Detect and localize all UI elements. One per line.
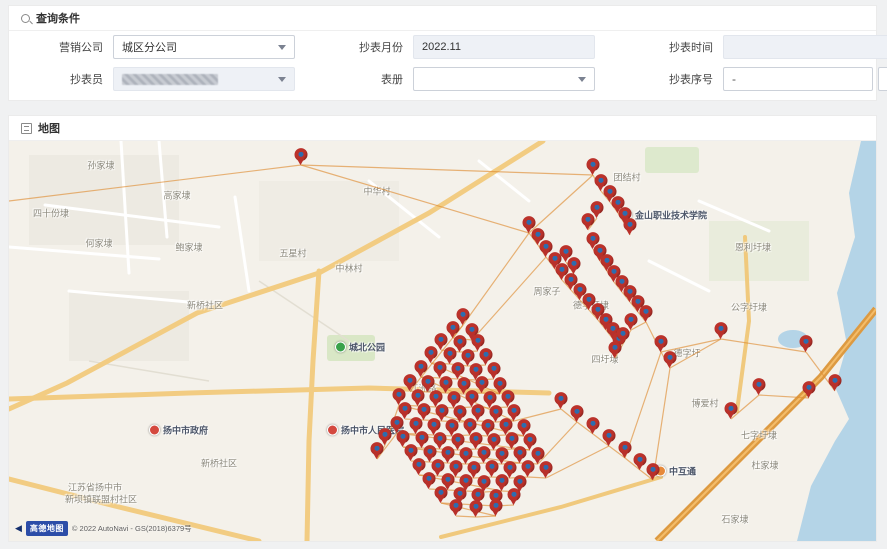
query-panel: 查询条件 营销公司 城区分公司 抄表月份 2022.11 抄表时间 抄表员 [8,5,877,101]
company-label: 营销公司 [23,39,113,55]
meter-location-pin[interactable] [619,441,632,459]
meter-location-pin[interactable] [490,499,503,517]
serial-range-group: - + [723,67,887,91]
map-pin-layer [9,141,876,541]
book-label: 表册 [323,71,413,87]
month-field: 抄表月份 2022.11 [323,35,633,59]
map-panel-header: 地图 [9,116,876,141]
meter-location-pin[interactable] [829,374,842,392]
search-icon [21,14,30,23]
meter-location-pin[interactable] [800,335,813,353]
meter-location-pin[interactable] [555,392,568,410]
meter-location-pin[interactable] [371,442,384,460]
month-input[interactable]: 2022.11 [413,35,595,59]
map-canvas[interactable]: 孙家埭高家埭四十份埭何家埭鲍家埭五星村中林村中华村团结村周家子德字圩埭恩利圩埭公… [9,141,876,541]
map-copyright: © 2022 AutoNavi - GS(2018)6379号 [72,523,192,534]
meter-location-pin[interactable] [582,213,595,231]
meter-location-pin[interactable] [450,499,463,517]
chevron-down-icon [278,77,286,82]
month-value: 2022.11 [422,41,461,53]
book-field: 表册 [323,67,633,91]
meter-location-pin[interactable] [587,417,600,435]
meter-location-pin[interactable] [725,402,738,420]
meter-location-pin[interactable] [603,429,616,447]
meter-location-pin[interactable] [609,341,622,359]
reader-label: 抄表员 [23,71,113,87]
chevron-down-icon [578,77,586,82]
chevron-down-icon [278,45,286,50]
meter-location-pin[interactable] [634,453,647,471]
meter-location-pin[interactable] [664,351,677,369]
meter-location-pin[interactable] [624,218,637,236]
meter-location-pin[interactable] [571,405,584,423]
map-section-icon [21,123,32,134]
meter-location-pin[interactable] [715,322,728,340]
query-panel-header: 查询条件 [9,6,876,31]
map-panel: 地图 [8,115,877,542]
map-panel-title: 地图 [38,120,60,136]
serial-field: 抄表序号 - + [633,67,887,91]
book-select[interactable] [413,67,595,91]
reader-field: 抄表员 [23,67,323,91]
redacted-reader-value [122,74,218,85]
company-select[interactable]: 城区分公司 [113,35,295,59]
meter-location-pin[interactable] [647,463,660,481]
time-field: 抄表时间 [633,35,887,59]
query-row-1: 营销公司 城区分公司 抄表月份 2022.11 抄表时间 [9,31,876,63]
meter-location-pin[interactable] [753,378,766,396]
meter-location-pin[interactable] [540,461,553,479]
serial-plus-button[interactable]: + [878,67,887,91]
company-field: 营销公司 城区分公司 [23,35,323,59]
meter-location-pin[interactable] [568,257,581,275]
meter-location-pin[interactable] [295,148,308,166]
query-row-2: 抄表员 表册 抄表序号 - + [9,63,876,100]
serial-min-value: - [732,72,736,86]
time-label: 抄表时间 [633,39,723,55]
meter-location-pin[interactable] [640,305,653,323]
month-label: 抄表月份 [323,39,413,55]
meter-location-pin[interactable] [508,488,521,506]
serial-label: 抄表序号 [633,71,723,87]
time-input[interactable] [723,35,887,59]
meter-location-pin[interactable] [435,486,448,504]
reader-select[interactable] [113,67,295,91]
meter-location-pin[interactable] [803,381,816,399]
map-attribution: ◀ 高德地图 © 2022 AutoNavi - GS(2018)6379号 [15,521,192,536]
meter-location-pin[interactable] [470,500,483,518]
query-panel-title: 查询条件 [36,10,80,26]
company-value: 城区分公司 [122,39,177,55]
serial-min-input[interactable]: - [723,67,873,91]
amap-logo[interactable]: 高德地图 [26,521,68,536]
amap-logo-triangle-icon: ◀ [15,524,22,533]
